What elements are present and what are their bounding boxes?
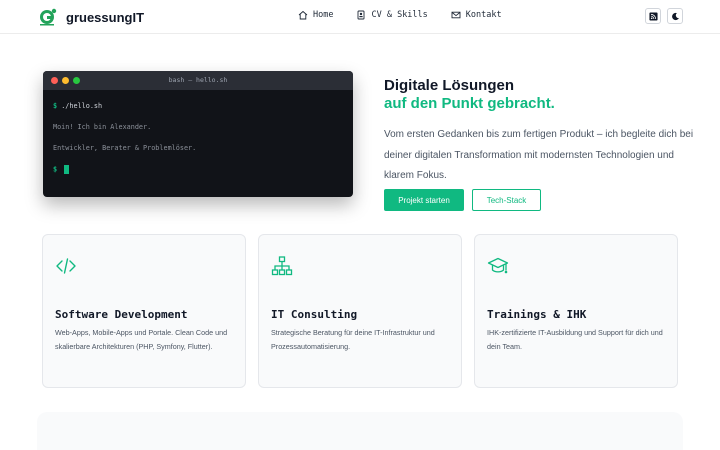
gruessungIT-logo-icon: [38, 7, 58, 27]
terminal-prompt: $: [53, 102, 58, 110]
logo[interactable]: gruessungIT: [38, 7, 144, 27]
service-card-software[interactable]: Software Development Web-Apps, Mobile-Ap…: [42, 234, 246, 388]
rss-button[interactable]: [645, 8, 661, 24]
nav-item-home[interactable]: Home: [298, 10, 333, 20]
service-card-consulting[interactable]: IT Consulting Strategische Beratung für …: [258, 234, 462, 388]
card-title: IT Consulting: [271, 308, 358, 321]
card-title: Trainings & IHK: [487, 308, 587, 321]
nav-label: CV & Skills: [371, 10, 428, 20]
id-badge-icon: [358, 10, 365, 20]
hero-title-line2: auf den Punkt gebracht.: [384, 95, 555, 112]
moon-icon: [671, 12, 679, 20]
theme-toggle-button[interactable]: [667, 8, 683, 24]
hero-description: Vom ersten Gedanken bis zum fertigen Pro…: [384, 129, 694, 181]
network-icon: [271, 256, 293, 276]
terminal-output: Entwickler, Berater & Problemlöser.: [53, 144, 197, 152]
terminal-line: $ ./hello.sh: [53, 102, 343, 123]
terminal-output: Moin! Ich bin Alexander.: [53, 123, 152, 131]
nav-label: Kontakt: [465, 10, 502, 20]
nav-label: Home: [313, 10, 334, 20]
tech-stack-button[interactable]: Tech-Stack: [472, 189, 541, 211]
terminal-line: $: [53, 165, 343, 186]
terminal-titlebar: bash — hello.sh: [43, 71, 353, 90]
hero-title: Digitale Lösungen auf den Punkt gebracht…: [384, 77, 555, 113]
terminal-command: ./hello.sh: [61, 102, 103, 110]
terminal-title: bash — hello.sh: [168, 76, 228, 84]
hero-title-line1: Digitale Lösungen: [384, 77, 515, 94]
terminal-window: bash — hello.sh $ ./hello.sh Moin! Ich b…: [43, 71, 353, 197]
card-description: Web-Apps, Mobile-Apps und Portale. Clean…: [55, 328, 228, 351]
card-description: IHK-zertifizierte IT-Ausbildung und Supp…: [487, 328, 663, 351]
card-title: Software Development: [55, 308, 188, 321]
card-description: Strategische Beratung für deine IT-Infra…: [271, 328, 435, 351]
site-header: gruessungIT Home CV & Skills Kontakt: [0, 0, 720, 34]
terminal-body: $ ./hello.sh Moin! Ich bin Alexander. En…: [43, 90, 353, 197]
terminal-prompt: $: [53, 165, 58, 174]
envelope-icon: [451, 11, 461, 19]
terminal-cursor: [64, 165, 70, 174]
terminal-line: Moin! Ich bin Alexander.: [53, 123, 343, 144]
brand-name: gruessungIT: [66, 9, 145, 25]
code-icon: [56, 258, 76, 274]
next-section-panel: [37, 412, 683, 450]
project-start-button[interactable]: Projekt starten: [384, 189, 464, 211]
main-nav: Home CV & Skills Kontakt: [298, 10, 502, 20]
nav-item-cv-skills[interactable]: CV & Skills: [356, 10, 428, 20]
nav-item-kontakt[interactable]: Kontakt: [451, 10, 502, 20]
rss-icon: [648, 11, 658, 21]
house-icon: [298, 10, 308, 20]
service-card-trainings[interactable]: Trainings & IHK IHK-zertifizierte IT-Aus…: [474, 234, 678, 388]
terminal-line: Entwickler, Berater & Problemlöser.: [53, 144, 343, 165]
graduation-cap-icon: [487, 257, 509, 274]
